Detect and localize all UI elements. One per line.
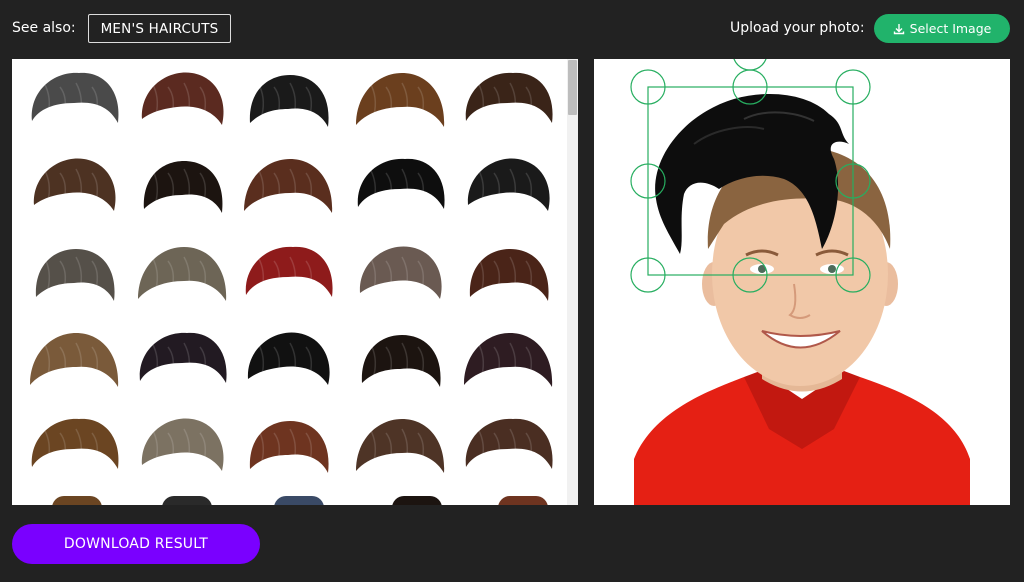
preview-canvas xyxy=(630,59,970,505)
hairstyle-2-thumbnail[interactable] xyxy=(132,61,232,147)
photo-preview[interactable] xyxy=(594,59,1010,505)
hairstyle-8-thumbnail[interactable] xyxy=(238,147,338,233)
hairstyle-peek-3[interactable] xyxy=(274,496,324,505)
hairstyle-11-thumbnail[interactable] xyxy=(24,235,124,321)
hairstyle-13-thumbnail[interactable] xyxy=(238,235,338,321)
hairstyle-7-thumbnail[interactable] xyxy=(132,147,232,233)
gallery-scrollbar[interactable] xyxy=(567,59,578,505)
hairstyle-12-thumbnail[interactable] xyxy=(132,235,232,321)
select-image-label: Select Image xyxy=(909,21,992,36)
hairstyle-4-thumbnail[interactable] xyxy=(350,61,450,147)
download-result-button[interactable]: DOWNLOAD RESULT xyxy=(12,524,260,564)
hairstyle-5-thumbnail[interactable] xyxy=(458,61,558,147)
hairstyle-gallery[interactable] xyxy=(12,59,578,505)
hairstyle-14-thumbnail[interactable] xyxy=(350,235,450,321)
hairstyle-18-thumbnail[interactable] xyxy=(238,321,338,407)
hairstyle-3-thumbnail[interactable] xyxy=(238,61,338,147)
hairstyle-21-thumbnail[interactable] xyxy=(24,407,124,493)
rotate-handle[interactable] xyxy=(733,59,767,71)
top-bar: See also: MEN'S HAIRCUTS Upload your pho… xyxy=(0,0,1024,58)
hairstyle-10-thumbnail[interactable] xyxy=(458,147,558,233)
hairstyle-peek-4[interactable] xyxy=(392,496,442,505)
hairstyle-peek-1[interactable] xyxy=(52,496,102,505)
hairstyle-peek-2[interactable] xyxy=(162,496,212,505)
hairstyle-9-thumbnail[interactable] xyxy=(350,147,450,233)
hairstyle-peek-5[interactable] xyxy=(498,496,548,505)
hairstyle-19-thumbnail[interactable] xyxy=(350,321,450,407)
hairstyle-25-thumbnail[interactable] xyxy=(458,407,558,493)
see-also-label: See also: xyxy=(12,20,76,36)
gallery-scrollbar-thumb[interactable] xyxy=(568,60,577,115)
hairstyle-17-thumbnail[interactable] xyxy=(132,321,232,407)
hairstyle-16-thumbnail[interactable] xyxy=(24,321,124,407)
right-iris xyxy=(828,265,836,273)
select-image-button[interactable]: Select Image xyxy=(874,14,1010,43)
hairstyle-23-thumbnail[interactable] xyxy=(238,407,338,493)
hairstyle-20-thumbnail[interactable] xyxy=(458,321,558,407)
hairstyle-15-thumbnail[interactable] xyxy=(458,235,558,321)
hairstyle-24-thumbnail[interactable] xyxy=(350,407,450,493)
hairstyle-1-thumbnail[interactable] xyxy=(24,61,124,147)
upload-photo-label: Upload your photo: xyxy=(730,20,865,36)
hairstyle-22-thumbnail[interactable] xyxy=(132,407,232,493)
hairstyle-6-thumbnail[interactable] xyxy=(24,147,124,233)
mens-haircuts-button[interactable]: MEN'S HAIRCUTS xyxy=(88,14,231,43)
download-icon xyxy=(893,23,904,34)
